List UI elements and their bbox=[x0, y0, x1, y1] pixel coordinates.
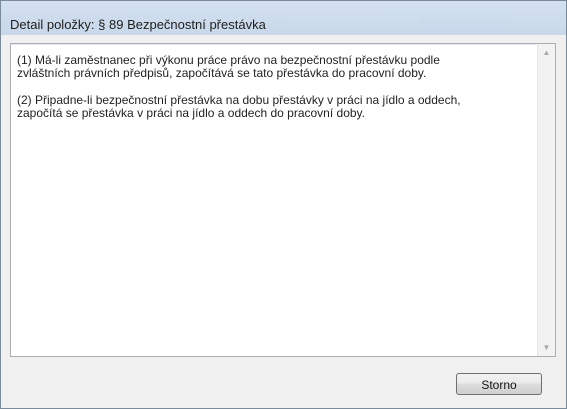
dialog-body: (1) Má-li zaměstnanec při výkonu práce p… bbox=[8, 35, 558, 401]
paragraph-1: (1) Má-li zaměstnanec při výkonu práce p… bbox=[17, 53, 440, 80]
cancel-button[interactable]: Storno bbox=[456, 373, 542, 395]
dialog-title: Detail položky: § 89 Bezpečnostní přestá… bbox=[10, 17, 266, 32]
item-detail-dialog: Detail položky: § 89 Bezpečnostní přestá… bbox=[0, 0, 567, 409]
dialog-titlebar[interactable]: Detail položky: § 89 Bezpečnostní přestá… bbox=[1, 1, 566, 35]
vertical-scrollbar[interactable]: ▲ ▼ bbox=[537, 44, 555, 356]
scroll-up-icon[interactable]: ▲ bbox=[538, 44, 555, 61]
detail-text: (1) Má-li zaměstnanec při výkonu práce p… bbox=[17, 54, 527, 134]
detail-text-area[interactable]: (1) Má-li zaměstnanec při výkonu práce p… bbox=[10, 43, 556, 357]
paragraph-2: (2) Připadne-li bezpečnostní přestávka n… bbox=[17, 93, 461, 120]
scroll-down-icon[interactable]: ▼ bbox=[538, 339, 555, 356]
